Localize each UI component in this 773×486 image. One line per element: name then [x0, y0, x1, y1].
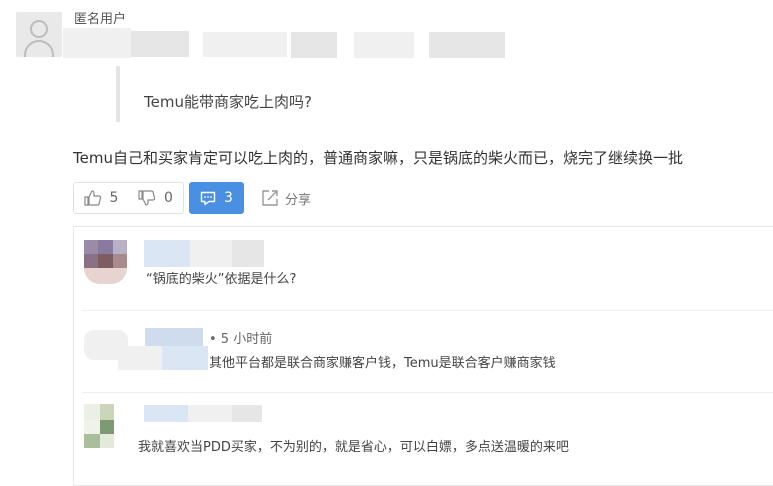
thumbs-down-icon: [138, 190, 156, 206]
username[interactable]: 匿名用户: [74, 12, 126, 28]
avatar-head-icon: [30, 20, 48, 38]
upvote-count: 5: [109, 190, 119, 206]
comment-text: 其他平台都是联合商家赚客户钱，Temu是联合客户赚商家钱: [209, 356, 556, 371]
upvote-button[interactable]: 5: [73, 182, 129, 214]
question-title[interactable]: Temu能带商家吃上肉吗?: [144, 91, 312, 113]
comment-text: “锅底的柴火”依据是什么?: [146, 272, 297, 287]
comment-divider: [82, 310, 773, 311]
share-icon: [262, 190, 278, 206]
share-button[interactable]: 分享: [261, 186, 311, 210]
downvote-count: 0: [164, 190, 173, 206]
downvote-button[interactable]: 0: [128, 182, 184, 214]
thumbs-up-icon: [83, 190, 101, 206]
comment-divider: [82, 392, 773, 393]
comment-button[interactable]: 3: [189, 182, 244, 214]
user-avatar[interactable]: [16, 12, 62, 57]
comment-time: • 5 小时前: [209, 332, 273, 347]
answer-text: Temu自己和买家肯定可以吃上肉的，普通商家嘛，只是锅底的柴火而已，烧完了继续换…: [73, 149, 683, 167]
comment-count: 3: [224, 190, 233, 206]
quote-bar: [116, 66, 120, 122]
share-label: 分享: [285, 192, 312, 208]
comment-icon: [200, 191, 216, 205]
avatar-body-icon: [24, 40, 54, 57]
comment-text: 我就喜欢当PDD买家，不为别的，就是省心，可以白嫖，多点送温暖的来吧: [138, 440, 569, 455]
